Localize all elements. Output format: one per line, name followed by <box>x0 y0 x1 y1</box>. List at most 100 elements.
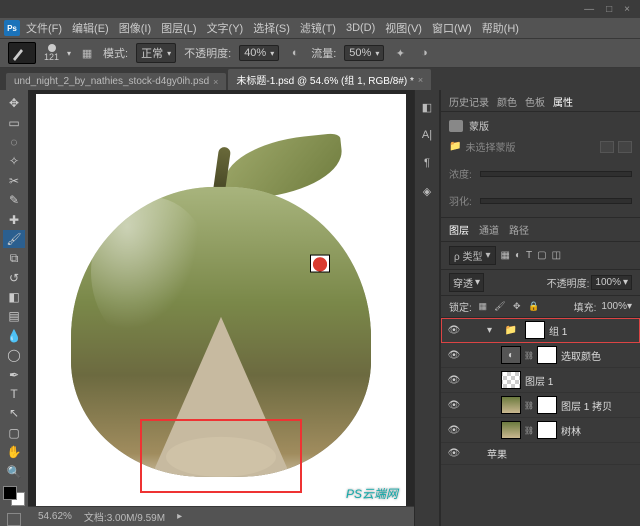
hand-tool[interactable]: ✋ <box>3 443 25 461</box>
tab-layers[interactable]: 图层 <box>449 222 469 237</box>
menu-help[interactable]: 帮助(H) <box>478 20 523 36</box>
chevron-down-icon[interactable]: ▾ <box>67 49 71 58</box>
3d-panel-icon[interactable]: ◈ <box>418 182 436 200</box>
filter-type-icon[interactable]: T <box>526 250 532 261</box>
layer-opacity[interactable]: 100%▾ <box>591 275 632 290</box>
path-select-tool[interactable]: ↖ <box>3 404 25 422</box>
eraser-tool[interactable]: ◧ <box>3 288 25 306</box>
lasso-tool[interactable]: ◌ <box>3 133 25 151</box>
brush-panel-icon[interactable]: ▦ <box>79 45 95 61</box>
layer-row[interactable]: 👁 苹果 <box>441 443 640 465</box>
crop-tool[interactable]: ✂ <box>3 172 25 190</box>
eyedropper-tool[interactable]: ✎ <box>3 191 25 209</box>
visibility-icon[interactable]: 👁 <box>447 325 461 336</box>
menu-view[interactable]: 视图(V) <box>381 20 426 36</box>
filter-adjust-icon[interactable]: ◐ <box>515 250 521 261</box>
mask-thumb[interactable] <box>537 396 557 414</box>
quickmask-toggle[interactable] <box>7 513 21 526</box>
layer-name[interactable]: 组 1 <box>549 323 634 338</box>
visibility-icon[interactable]: 👁 <box>447 400 461 411</box>
tab-paths[interactable]: 路径 <box>509 222 529 237</box>
tab-swatch[interactable]: 色板 <box>525 94 545 109</box>
mask-thumb[interactable] <box>525 321 545 339</box>
layer-fill[interactable]: 100%▾ <box>601 301 632 312</box>
mode-select[interactable]: 正常▾ <box>136 43 176 63</box>
filter-kind[interactable]: ρ 类型▾ <box>449 246 496 265</box>
tool-preset[interactable] <box>8 42 36 64</box>
tab-channels[interactable]: 通道 <box>479 222 499 237</box>
pressure-size-icon[interactable]: ◑ <box>416 45 432 61</box>
gradient-tool[interactable]: ▤ <box>3 307 25 325</box>
menu-edit[interactable]: 编辑(E) <box>68 20 113 36</box>
menu-layer[interactable]: 图层(L) <box>157 20 200 36</box>
menu-3d[interactable]: 3D(D) <box>342 22 379 34</box>
para-panel-icon[interactable]: ¶ <box>418 154 436 172</box>
doc-tab-1[interactable]: und_night_2_by_nathies_stock-d4gy0ih.psd… <box>6 73 226 90</box>
layer-row[interactable]: 👁◐⛓选取颜色 <box>441 343 640 368</box>
menu-type[interactable]: 文字(Y) <box>203 20 248 36</box>
menu-window[interactable]: 窗口(W) <box>428 20 476 36</box>
brush-preset[interactable]: 121 <box>44 44 59 62</box>
layer-row[interactable]: 👁▾📁组 1 <box>441 318 640 343</box>
dodge-tool[interactable]: ◯ <box>3 346 25 364</box>
expand-icon[interactable]: ▾ <box>487 325 497 336</box>
menu-image[interactable]: 图像(I) <box>115 20 155 36</box>
lock-pos-icon[interactable]: ✥ <box>511 301 523 313</box>
layer-name[interactable]: 苹果 <box>487 446 634 461</box>
doc-tab-2[interactable]: 未标题-1.psd @ 54.6% (组 1, RGB/8#) *× <box>228 69 431 90</box>
pen-tool[interactable]: ✒ <box>3 365 25 383</box>
menu-filter[interactable]: 滤镜(T) <box>296 20 340 36</box>
feather-field[interactable] <box>480 198 632 204</box>
shape-tool[interactable]: ▢ <box>3 424 25 442</box>
visibility-icon[interactable]: 👁 <box>447 425 461 436</box>
tab-color[interactable]: 颜色 <box>497 94 517 109</box>
filter-smart-icon[interactable]: ◫ <box>552 250 561 261</box>
flow-select[interactable]: 50%▾ <box>344 45 384 61</box>
visibility-icon[interactable]: 👁 <box>447 350 461 361</box>
close-icon[interactable]: × <box>418 75 423 85</box>
layer-name[interactable]: 选取颜色 <box>561 348 634 363</box>
type-tool[interactable]: T <box>3 385 25 403</box>
canvas[interactable]: PS云端网 <box>28 90 414 506</box>
filter-pixel-icon[interactable]: ▦ <box>501 250 510 261</box>
link-icon[interactable]: ⛓ <box>525 348 533 362</box>
marquee-tool[interactable]: ▭ <box>3 113 25 131</box>
close-button[interactable]: × <box>624 4 630 15</box>
stamp-tool[interactable]: ⧉ <box>3 249 25 267</box>
blend-mode[interactable]: 穿透▾ <box>449 273 484 292</box>
mask-thumb[interactable] <box>537 346 557 364</box>
min-button[interactable]: — <box>584 4 594 15</box>
link-icon[interactable]: ⛓ <box>525 423 533 437</box>
layer-row[interactable]: 👁 ⛓ 树林 <box>441 418 640 443</box>
chevron-right-icon[interactable]: ▸ <box>177 511 182 522</box>
history-brush-tool[interactable]: ↺ <box>3 269 25 287</box>
char-panel-icon[interactable]: A| <box>418 126 436 144</box>
tab-history[interactable]: 历史记录 <box>449 94 489 109</box>
layer-name[interactable]: 图层 1 <box>525 373 634 388</box>
pressure-opacity-icon[interactable]: ◐ <box>287 45 303 61</box>
layer-row[interactable]: 👁 图层 1 <box>441 368 640 393</box>
link-icon[interactable]: ⛓ <box>525 398 533 412</box>
lock-all-icon[interactable]: 🔒 <box>528 301 540 313</box>
doc-info[interactable]: 文档:3.00M/9.59M <box>84 509 165 524</box>
pixel-mask-button[interactable] <box>600 141 614 153</box>
vector-mask-button[interactable] <box>618 141 632 153</box>
layer-name[interactable]: 树林 <box>561 423 634 438</box>
max-button[interactable]: □ <box>606 4 612 15</box>
brush-tool[interactable]: 🖌 <box>3 230 25 248</box>
menu-file[interactable]: 文件(F) <box>22 20 66 36</box>
blur-tool[interactable]: 💧 <box>3 327 25 345</box>
density-field[interactable] <box>480 171 632 177</box>
zoom-level[interactable]: 54.62% <box>38 511 72 522</box>
mask-thumb[interactable] <box>537 421 557 439</box>
move-tool[interactable]: ✥ <box>3 94 25 112</box>
layer-name[interactable]: 图层 1 拷贝 <box>561 398 634 413</box>
airbrush-icon[interactable]: ✦ <box>392 45 408 61</box>
close-icon[interactable]: × <box>213 77 218 87</box>
lock-trans-icon[interactable]: ▦ <box>477 301 489 313</box>
visibility-icon[interactable]: 👁 <box>447 448 461 459</box>
visibility-icon[interactable]: 👁 <box>447 375 461 386</box>
color-panel-icon[interactable]: ◧ <box>418 98 436 116</box>
heal-tool[interactable]: ✚ <box>3 210 25 228</box>
filter-shape-icon[interactable]: ▢ <box>537 250 546 261</box>
